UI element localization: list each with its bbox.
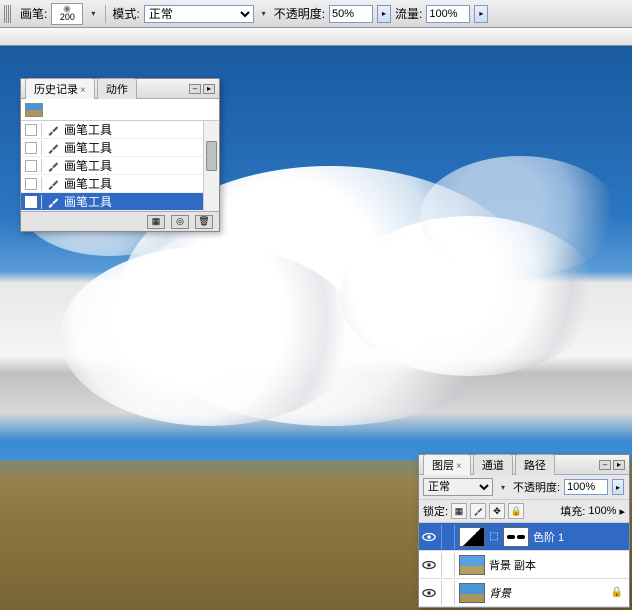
fill-arrow[interactable]: ▸ <box>619 505 625 518</box>
history-panel-header[interactable]: 历史记录× 动作 – ▸ <box>21 79 219 99</box>
history-item[interactable]: 画笔工具 <box>21 157 219 175</box>
mode-dropdown-arrow[interactable]: ▾ <box>258 8 270 20</box>
flow-input[interactable]: 100% <box>426 5 470 23</box>
brush-dropdown-arrow[interactable]: ▾ <box>87 8 99 20</box>
mode-label: 模式: <box>112 5 139 22</box>
history-panel: 历史记录× 动作 – ▸ 画笔工具 画笔工具 画笔工 <box>20 78 220 232</box>
layer-row[interactable]: 背景 副本 <box>419 551 629 579</box>
delete-state-button[interactable]: 🗑 <box>195 215 213 229</box>
lock-pixels-button[interactable] <box>470 503 486 519</box>
brush-tool-icon <box>46 195 60 209</box>
lock-transparency-button[interactable]: ▦ <box>451 503 467 519</box>
panel-minimize-icon[interactable]: – <box>189 84 201 94</box>
mode-select[interactable]: 正常 <box>144 5 254 23</box>
snapshot-thumbnail <box>25 103 43 117</box>
history-footer: ▦ ◎ 🗑 <box>21 211 219 231</box>
adjustment-thumbnail <box>459 527 485 547</box>
lock-label: 锁定: <box>423 503 448 519</box>
opacity-input[interactable]: 50% <box>329 5 373 23</box>
lock-icon: 🔒 <box>611 587 623 598</box>
visibility-toggle[interactable] <box>421 557 437 573</box>
layers-controls-row2: 锁定: ▦ ✥ 🔒 填充: 100% ▸ <box>419 500 629 523</box>
layers-list: ⬚ 色阶 1 背景 副本 背景 🔒 <box>419 523 629 607</box>
cloud-shape <box>420 156 620 276</box>
history-item[interactable]: 画笔工具 <box>21 139 219 157</box>
tab-history[interactable]: 历史记录× <box>25 78 95 99</box>
ruler-top[interactable] <box>0 28 632 46</box>
panel-menu-icon[interactable]: ▸ <box>203 84 215 94</box>
link-icon: ⬚ <box>489 531 499 542</box>
flow-arrow[interactable]: ▸ <box>474 5 488 23</box>
tab-layers[interactable]: 图层× <box>423 454 471 475</box>
options-bar: 画笔: 200 ▾ 模式: 正常 ▾ 不透明度: 50% ▸ 流量: 100% … <box>0 0 632 28</box>
layer-opacity-input[interactable]: 100% <box>564 479 608 495</box>
tab-channels[interactable]: 通道 <box>473 454 513 475</box>
brush-tool-icon <box>46 123 60 137</box>
mask-thumbnail[interactable] <box>503 527 529 547</box>
layer-name[interactable]: 背景 <box>489 585 511 601</box>
history-item[interactable]: 画笔工具 <box>21 175 219 193</box>
brush-label: 画笔: <box>20 5 47 22</box>
lock-position-button[interactable]: ✥ <box>489 503 505 519</box>
layer-opacity-arrow[interactable]: ▸ <box>612 479 624 495</box>
layers-controls-row1: 正常 ▾ 不透明度: 100% ▸ <box>419 475 629 500</box>
tab-actions[interactable]: 动作 <box>97 78 137 99</box>
visibility-toggle[interactable] <box>421 529 437 545</box>
opacity-label: 不透明度: <box>274 5 325 22</box>
flow-label: 流量: <box>395 5 422 22</box>
history-item[interactable]: 画笔工具 <box>21 193 219 211</box>
brush-tool-icon <box>46 159 60 173</box>
history-scrollbar[interactable] <box>203 121 219 211</box>
layers-panel-header[interactable]: 图层× 通道 路径 – ▸ <box>419 455 629 475</box>
brush-tool-icon <box>46 141 60 155</box>
layer-row[interactable]: 背景 🔒 <box>419 579 629 607</box>
new-snapshot-button[interactable]: ◎ <box>171 215 189 229</box>
layer-opacity-label: 不透明度: <box>513 479 560 495</box>
fill-label: 填充: <box>560 503 585 519</box>
new-document-from-state-button[interactable]: ▦ <box>147 215 165 229</box>
panel-minimize-icon[interactable]: – <box>599 460 611 470</box>
brush-preview[interactable]: 200 <box>51 3 83 25</box>
history-snapshot-row[interactable] <box>21 99 219 121</box>
blend-dropdown-arrow[interactable]: ▾ <box>497 481 509 493</box>
fill-input[interactable]: 100% <box>588 505 616 517</box>
blend-mode-select[interactable]: 正常 <box>423 478 493 496</box>
lock-all-button[interactable]: 🔒 <box>508 503 524 519</box>
layer-thumbnail <box>459 583 485 603</box>
layer-row[interactable]: ⬚ 色阶 1 <box>419 523 629 551</box>
layer-name[interactable]: 色阶 1 <box>533 529 564 545</box>
toolbar-grip[interactable] <box>4 5 12 23</box>
panel-menu-icon[interactable]: ▸ <box>613 460 625 470</box>
history-item[interactable]: 画笔工具 <box>21 121 219 139</box>
history-list: 画笔工具 画笔工具 画笔工具 画笔工具 画笔工具 <box>21 121 219 211</box>
layer-name[interactable]: 背景 副本 <box>489 557 536 573</box>
brush-tool-icon <box>46 177 60 191</box>
opacity-arrow[interactable]: ▸ <box>377 5 391 23</box>
layers-panel: 图层× 通道 路径 – ▸ 正常 ▾ 不透明度: 100% ▸ 锁定: ▦ ✥ … <box>418 454 630 608</box>
layer-thumbnail <box>459 555 485 575</box>
visibility-toggle[interactable] <box>421 585 437 601</box>
tab-paths[interactable]: 路径 <box>515 454 555 475</box>
cloud-shape <box>60 246 360 426</box>
